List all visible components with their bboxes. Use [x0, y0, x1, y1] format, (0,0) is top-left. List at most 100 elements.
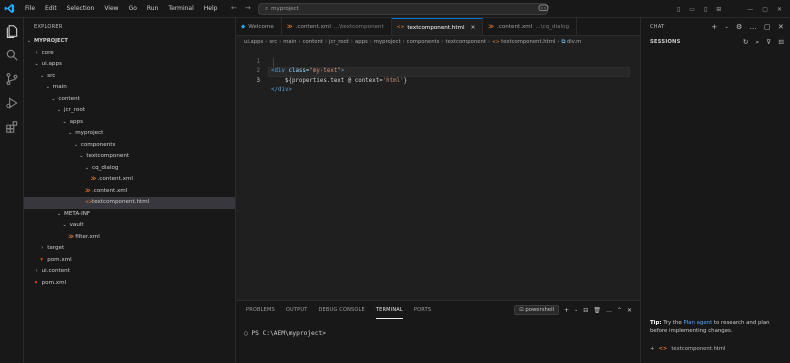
layout-sidebar-icon[interactable]: ▯: [677, 6, 680, 13]
command-center-search[interactable]: ⌕ myproject: [258, 3, 548, 15]
close-tab-icon[interactable]: ✕: [471, 19, 476, 36]
tree-folder[interactable]: ⌄ components: [24, 140, 235, 152]
vscode-logo-icon: [0, 0, 18, 18]
tree-folder[interactable]: ⌄ content: [24, 94, 235, 106]
back-arrow-icon[interactable]: ←: [231, 4, 237, 12]
close-window-icon[interactable]: ✕: [777, 6, 782, 13]
trash-icon[interactable]: 🗑︎: [593, 307, 601, 314]
tag-close: </div>: [271, 87, 292, 93]
extensions-icon[interactable]: [5, 120, 19, 134]
breadcrumb-item[interactable]: div.m: [567, 39, 581, 45]
tree-folder[interactable]: ⌄ apps: [24, 117, 235, 129]
run-debug-icon[interactable]: [5, 96, 19, 110]
tree-root[interactable]: ⌄ MYPROJECT: [24, 36, 235, 48]
tab-path: ...\textcomponent: [333, 24, 384, 30]
breadcrumb-item[interactable]: jcr_root: [329, 39, 349, 45]
search-icon[interactable]: ⌕: [756, 36, 760, 48]
filter-icon[interactable]: ⊽: [766, 36, 771, 48]
terminal-output[interactable]: ○ PS C:\AEM\myproject>: [244, 330, 330, 337]
new-terminal-icon[interactable]: +: [564, 307, 569, 314]
menu-file[interactable]: File: [20, 0, 40, 18]
context-file-name: textcomponent.html: [671, 346, 726, 352]
tree-folder[interactable]: › ui.content: [24, 266, 235, 278]
tree-folder[interactable]: ⌄ myproject: [24, 128, 235, 140]
tree-file[interactable]: ▾ pom.xml: [24, 278, 235, 290]
breadcrumb-item[interactable]: textcomponent.html: [501, 39, 555, 45]
tree-file[interactable]: ≫ .content.xml: [24, 186, 235, 198]
panel-tab-terminal[interactable]: TERMINAL: [375, 301, 403, 319]
new-chat-icon[interactable]: +: [711, 18, 717, 36]
panel-tab-output[interactable]: OUTPUT: [286, 301, 308, 319]
breadcrumb-item[interactable]: textcomponent: [446, 39, 486, 45]
panel-tab-debug-console[interactable]: DEBUG CONSOLE: [318, 301, 364, 319]
forward-arrow-icon[interactable]: →: [245, 4, 251, 12]
layout-secondary-icon[interactable]: ▯: [704, 6, 707, 13]
tree-file[interactable]: ≫ .content.xml: [24, 174, 235, 186]
tree-folder[interactable]: ⌄ textcomponent: [24, 151, 235, 163]
source-control-icon[interactable]: [5, 72, 19, 86]
close-icon[interactable]: ✕: [778, 18, 784, 36]
close-panel-icon[interactable]: ✕: [627, 307, 632, 314]
minimize-icon[interactable]: —: [747, 6, 753, 13]
chevron-down-icon[interactable]: ⌄: [574, 307, 578, 313]
customize-layout-icon[interactable]: ⊞: [716, 6, 721, 13]
tree-folder[interactable]: ⌄ cq_dialog: [24, 163, 235, 175]
tree-file[interactable]: ≫ filter.xml: [24, 232, 235, 244]
breadcrumb-item[interactable]: apps: [355, 39, 368, 45]
explorer-icon[interactable]: [5, 24, 19, 38]
menu-terminal[interactable]: Terminal: [163, 0, 198, 18]
html-file-icon: <>: [658, 346, 668, 352]
tree-folder[interactable]: › core: [24, 48, 235, 60]
plan-agent-link[interactable]: Plan agent: [683, 320, 712, 326]
tree-file[interactable]: <> textcomponent.html: [24, 197, 235, 209]
breadcrumb-item[interactable]: main: [283, 39, 296, 45]
file-tree: ⌄ MYPROJECT › core ⌄ ui.apps ⌄ src ⌄ main ⌄ conte…: [24, 36, 235, 289]
chevron-right-icon: ›: [324, 39, 328, 45]
restore-icon[interactable]: ▢: [762, 6, 768, 13]
editor-tab[interactable]: ≫ .content.xml ...\cq_dialog: [483, 18, 578, 35]
layout-panel-icon[interactable]: ▭: [689, 6, 695, 13]
breadcrumb-item[interactable]: src: [269, 39, 277, 45]
tree-folder[interactable]: ⌄ jcr_root: [24, 105, 235, 117]
breadcrumb-item[interactable]: ui.apps: [244, 39, 263, 45]
terminal-selector[interactable]: ⊡ powershell: [514, 305, 560, 315]
breadcrumb-item[interactable]: content: [303, 39, 323, 45]
editor-tab[interactable]: <> textcomponent.html ✕: [391, 18, 484, 36]
menu-selection[interactable]: Selection: [62, 0, 100, 18]
tree-folder[interactable]: ⌄ ui.apps: [24, 59, 235, 71]
tree-folder[interactable]: ⌄ src: [24, 71, 235, 83]
editor-tab[interactable]: ◆ Welcome: [236, 18, 282, 35]
menu-edit[interactable]: Edit: [40, 0, 62, 18]
vscode-icon: ◆: [241, 24, 246, 30]
maximize-icon[interactable]: ▢: [764, 18, 771, 36]
editor-tab[interactable]: ≫ .content.xml ...\textcomponent: [282, 18, 392, 35]
search-view-icon[interactable]: [5, 48, 19, 62]
maximize-panel-icon[interactable]: ⌃: [617, 307, 622, 314]
more-actions-icon[interactable]: …: [606, 307, 612, 314]
chat-context-file[interactable]: + <> textcomponent.html: [650, 346, 726, 352]
breadcrumb-item[interactable]: myproject: [374, 39, 401, 45]
panel-tab-problems[interactable]: PROBLEMS: [246, 301, 275, 319]
chevron-right-icon: ›: [35, 49, 38, 56]
gear-icon[interactable]: ⚙: [736, 18, 743, 36]
panel-tab-ports[interactable]: PORTS: [414, 301, 431, 319]
menu-help[interactable]: Help: [199, 0, 223, 18]
tree-folder[interactable]: › target: [24, 243, 235, 255]
tree-folder[interactable]: ⌄ vault: [24, 220, 235, 232]
tree-item-label: filter.xml: [75, 233, 100, 240]
tree-folder[interactable]: ⌄ META-INF: [24, 209, 235, 221]
tree-folder[interactable]: ⌄ main: [24, 82, 235, 94]
chevron-down-icon[interactable]: ⌄: [725, 18, 730, 36]
refresh-icon[interactable]: ↻: [743, 36, 749, 48]
menu-run[interactable]: Run: [142, 0, 164, 18]
more-icon[interactable]: …: [750, 18, 757, 36]
tree-item-label: pom.xml: [47, 256, 72, 263]
code-editor[interactable]: 1 <div class="my-text"> 2 ${properties.t…: [236, 48, 640, 300]
breadcrumb-item[interactable]: components: [407, 39, 440, 45]
copilot-icon[interactable]: [538, 3, 549, 14]
collapse-icon[interactable]: ⊟: [778, 36, 784, 48]
menu-go[interactable]: Go: [124, 0, 142, 18]
menu-view[interactable]: View: [99, 0, 123, 18]
split-terminal-icon[interactable]: ⊟: [583, 307, 588, 314]
tree-file[interactable]: ▾ pom.xml: [24, 255, 235, 267]
